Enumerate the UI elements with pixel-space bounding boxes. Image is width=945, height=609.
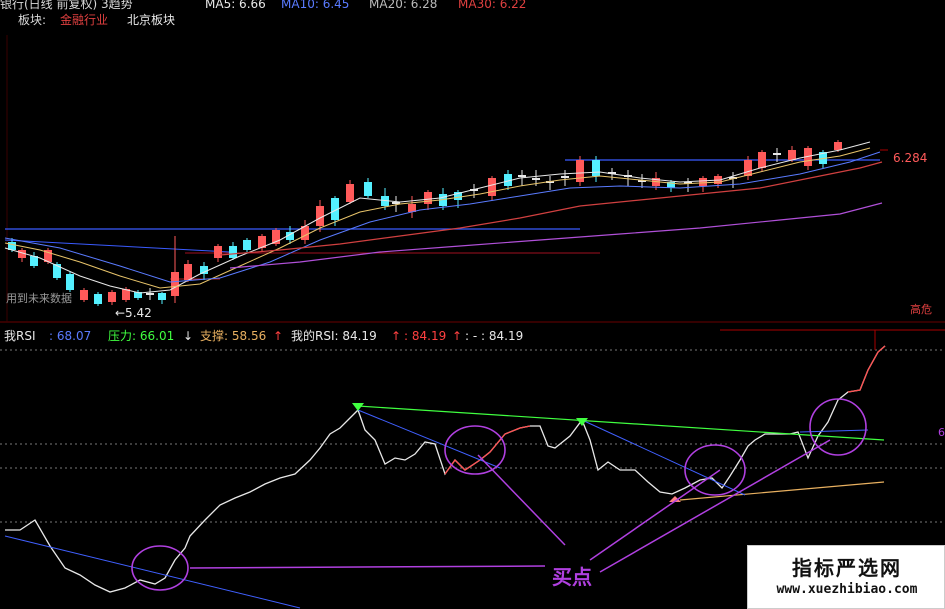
support-trendline xyxy=(679,481,885,501)
downtrend-line-right xyxy=(581,419,746,496)
chart-title: 银行(日线 前复权) 3趋势 xyxy=(0,0,133,11)
high-risk-label: 高危 xyxy=(910,303,932,316)
watermark: 指标严选网 www.xuezhibiao.com xyxy=(747,545,945,609)
candle-body-26 xyxy=(364,182,372,196)
chart-canvas[interactable] xyxy=(0,0,945,609)
stock-chart-screen: 银行(日线 前复权) 3趋势 MA5: 6.66 MA10: 6.45 MA20… xyxy=(0,0,945,609)
last-price-label: 6.284 xyxy=(893,151,928,165)
ma10-line xyxy=(4,147,871,289)
candle-body-15 xyxy=(200,266,208,274)
candle-body-8 xyxy=(108,292,116,302)
buy-point-circle-0 xyxy=(131,545,189,591)
candle-body-6 xyxy=(80,290,88,300)
rsi-value: : 68.07 xyxy=(49,329,92,343)
candle-body-23 xyxy=(316,206,324,226)
candle-body-30 xyxy=(424,192,432,204)
candle-body-14 xyxy=(184,264,192,280)
candle-body-17 xyxy=(229,246,237,258)
candle-body-13 xyxy=(171,272,179,296)
rsi-red-tail xyxy=(847,345,886,393)
candle-body-54 xyxy=(788,150,796,160)
low-price-label: ←5.42 xyxy=(115,306,152,320)
sector-tag-finance[interactable]: 金融行业 xyxy=(60,13,108,27)
rsi-edge-label: 6 xyxy=(938,426,945,439)
support-value: 支撑: 58.56 xyxy=(200,329,267,343)
my-rsi-up-arrow: ↑ xyxy=(391,329,402,343)
buy-point-circle-1 xyxy=(444,425,506,475)
support-up-arrow: ↑ xyxy=(273,329,284,343)
candle-body-18 xyxy=(243,240,251,250)
ma30-label: MA30: 6.22 xyxy=(458,0,527,11)
candle-body-41 xyxy=(592,160,600,176)
pressure-trendline xyxy=(357,405,885,441)
watermark-title: 指标严选网 xyxy=(792,556,902,580)
candle-body-16 xyxy=(214,246,222,258)
pressure-value: 压力: 66.01 xyxy=(108,329,175,343)
candle-body-5 xyxy=(66,274,74,290)
candle-body-12 xyxy=(158,293,166,300)
rsi-value-2-up-arrow: ↑ xyxy=(452,329,463,343)
rsi-value-3: : - : 84.19 xyxy=(465,329,524,343)
pressure-down-arrow: ↓ xyxy=(183,329,194,343)
sector-tag-beijing[interactable]: 北京板块 xyxy=(127,13,175,27)
candle-body-48 xyxy=(699,178,707,186)
candle-body-7 xyxy=(94,294,102,304)
candle-body-25 xyxy=(346,184,354,202)
sector-label: 板块: xyxy=(18,13,47,27)
rsi-value-2: : 84.19 xyxy=(404,329,447,343)
ma20-label: MA20: 6.28 xyxy=(369,0,438,11)
my-rsi-value: 我的RSI: 84.19 xyxy=(291,329,377,343)
ma60-line xyxy=(229,202,883,269)
downtrend-line-mid xyxy=(357,409,501,469)
rsi-label: 我RSI xyxy=(4,329,36,343)
candle-body-52 xyxy=(758,152,766,168)
candle-body-57 xyxy=(834,142,842,150)
candle-body-51 xyxy=(744,160,752,176)
rsi-red-segment xyxy=(444,425,531,475)
candle-body-34 xyxy=(488,178,496,196)
peak-marker-1 xyxy=(352,403,364,411)
ma5-label: MA5: 6.66 xyxy=(205,0,266,11)
buy-point-label: 买点 xyxy=(552,565,592,589)
ma10-label: MA10: 6.45 xyxy=(281,0,350,11)
future-data-note: 用到未来数据 xyxy=(6,292,72,305)
buy-point-arrow-0 xyxy=(189,565,546,569)
watermark-url: www.xuezhibiao.com xyxy=(776,582,918,597)
